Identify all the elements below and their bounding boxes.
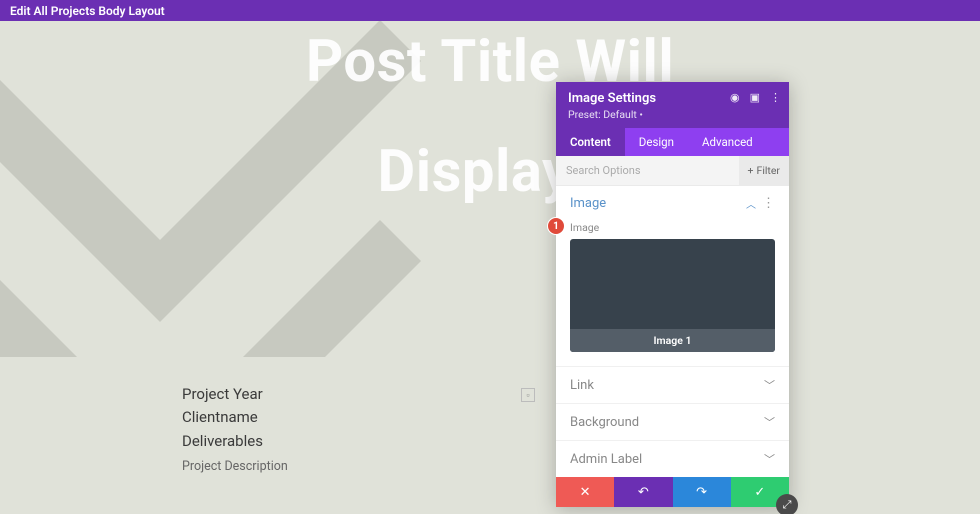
search-input[interactable] xyxy=(556,156,739,185)
panel-preset[interactable]: Preset: Default • xyxy=(568,108,777,121)
image-caption: Image 1 xyxy=(570,329,775,352)
section-admin-label: Admin Label ﹀ xyxy=(556,441,789,477)
section-background-header[interactable]: Background ﹀ xyxy=(556,404,789,440)
top-bar: Edit All Projects Body Layout xyxy=(0,0,980,21)
annotation-badge-1: 1 xyxy=(547,217,565,235)
section-image-header[interactable]: Image ︿ ⋮ xyxy=(556,186,789,221)
panel-header[interactable]: Image Settings Preset: Default • ◉ ▣ ⋮ xyxy=(556,82,789,128)
resize-handle[interactable]: ⤢ xyxy=(776,494,798,514)
chevron-up-icon: ︿ xyxy=(746,196,756,211)
more-menu-icon[interactable]: ⋮ xyxy=(770,91,781,104)
section-background: Background ﹀ xyxy=(556,404,789,441)
check-icon: ✓ xyxy=(754,485,765,500)
section-link-header[interactable]: Link ﹀ xyxy=(556,367,789,403)
hero-area: Post Title Will Display l xyxy=(0,21,980,357)
panel-body: Image ︿ ⋮ Image Image 1 Link ﹀ Backgro xyxy=(556,186,789,477)
hero-title-line1: Post Title Will xyxy=(0,31,980,95)
panel-tabs: Content Design Advanced xyxy=(556,128,789,156)
redo-button[interactable]: ↷ xyxy=(673,477,731,507)
image-field-block: Image Image 1 xyxy=(556,221,789,366)
section-admin-label-header[interactable]: Admin Label ﹀ xyxy=(556,441,789,477)
tab-content[interactable]: Content xyxy=(556,128,625,156)
section-image: Image ︿ ⋮ Image Image 1 xyxy=(556,186,789,367)
chevron-down-icon: ﹀ xyxy=(764,414,775,430)
panel-search-row: + Filter xyxy=(556,156,789,186)
hero-title-line2: Display l xyxy=(0,141,980,205)
section-background-title: Background xyxy=(570,415,639,430)
responsive-icon[interactable]: ▣ xyxy=(750,91,760,104)
tab-advanced[interactable]: Advanced xyxy=(688,128,767,156)
cancel-button[interactable]: ✕ xyxy=(556,477,614,507)
plus-icon: + xyxy=(748,164,754,177)
panel-footer: ✕ ↶ ↷ ✓ xyxy=(556,477,789,507)
section-link-title: Link xyxy=(570,378,594,393)
broken-image-icon: ▫ xyxy=(521,388,535,402)
hover-icon[interactable]: ◉ xyxy=(730,91,740,104)
redo-icon: ↷ xyxy=(696,485,707,500)
undo-icon: ↶ xyxy=(638,485,649,500)
top-bar-title: Edit All Projects Body Layout xyxy=(10,4,165,18)
image-upload-well[interactable]: Image 1 xyxy=(570,239,775,352)
filter-button[interactable]: + Filter xyxy=(739,156,789,185)
section-link: Link ﹀ xyxy=(556,367,789,404)
close-icon: ✕ xyxy=(580,485,591,500)
settings-panel: Image Settings Preset: Default • ◉ ▣ ⋮ C… xyxy=(556,82,789,507)
chevron-down-icon: ﹀ xyxy=(764,451,775,467)
section-admin-label-title: Admin Label xyxy=(570,452,642,467)
image-field-label: Image xyxy=(570,221,775,234)
expand-icon: ⤢ xyxy=(783,498,792,512)
tab-design[interactable]: Design xyxy=(625,128,688,156)
chevron-down-icon: ﹀ xyxy=(764,377,775,393)
filter-label: Filter xyxy=(757,164,780,177)
section-image-title: Image xyxy=(570,196,606,211)
section-more-icon[interactable]: ⋮ xyxy=(762,196,775,211)
project-content: Project Year Clientname Deliverables Pro… xyxy=(0,357,980,474)
undo-button[interactable]: ↶ xyxy=(614,477,672,507)
